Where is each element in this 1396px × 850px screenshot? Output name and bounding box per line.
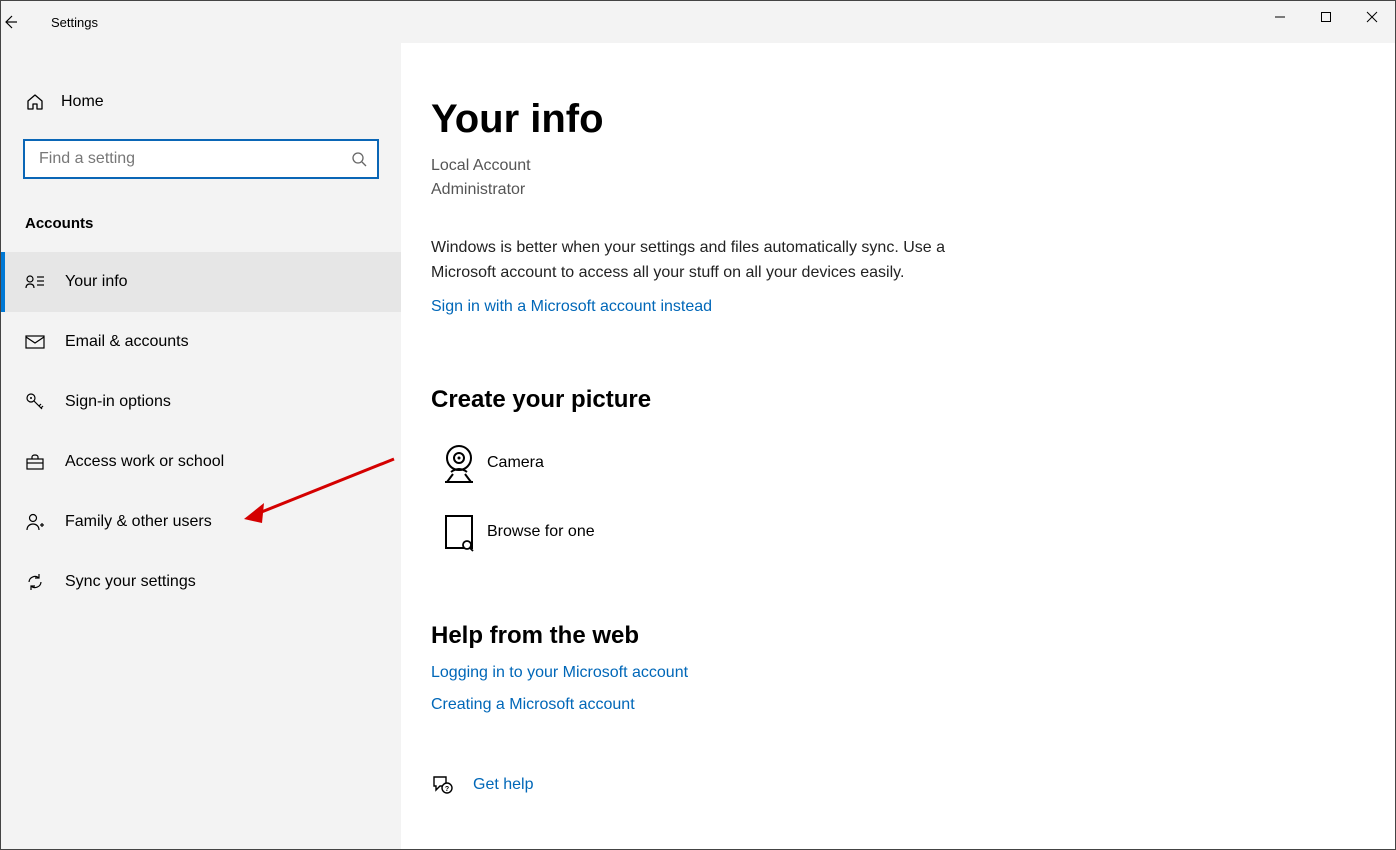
key-icon [25,392,65,412]
sidebar-item-label: Email & accounts [65,333,189,351]
sidebar-item-label: Family & other users [65,513,212,531]
briefcase-icon [25,453,65,471]
sidebar-item-label: Sync your settings [65,573,196,591]
home-button[interactable]: Home [1,79,401,125]
main-content: Your info Local Account Administrator Wi… [401,43,1395,849]
sync-icon [25,572,65,592]
sidebar-item-label: Sign-in options [65,393,171,411]
help-link-create[interactable]: Creating a Microsoft account [431,696,1355,714]
people-add-icon [25,512,65,532]
mail-icon [25,334,65,350]
signin-microsoft-link[interactable]: Sign in with a Microsoft account instead [431,298,712,316]
account-type: Local Account [431,154,1355,178]
account-role: Administrator [431,178,1355,202]
minimize-icon [1274,11,1286,23]
page-title: Your info [431,97,1355,142]
sidebar-item-sync-settings[interactable]: Sync your settings [1,552,401,612]
window-controls [1257,1,1395,33]
help-links: Logging in to your Microsoft account Cre… [431,664,1355,714]
get-help-row[interactable]: ? Get help [431,774,1355,796]
sidebar-item-label: Your info [65,273,128,291]
maximize-button[interactable] [1303,1,1349,33]
help-link-login[interactable]: Logging in to your Microsoft account [431,664,1355,682]
titlebar: Settings [1,1,1395,43]
sync-description: Windows is better when your settings and… [431,236,991,286]
sidebar-item-sign-in-options[interactable]: Sign-in options [1,372,401,432]
home-label: Home [61,93,104,111]
maximize-icon [1320,11,1332,23]
create-picture-heading: Create your picture [431,386,1355,414]
search-icon [351,151,367,167]
browse-file-icon [431,512,487,552]
camera-option[interactable]: Camera [431,442,1355,484]
close-button[interactable] [1349,1,1395,33]
help-chat-icon: ? [431,774,473,796]
sidebar-item-label: Access work or school [65,453,224,471]
sidebar-item-access-work-school[interactable]: Access work or school [1,432,401,492]
back-button[interactable] [1,13,51,31]
arrow-left-icon [1,13,19,31]
sidebar-item-family-other-users[interactable]: Family & other users [1,492,401,552]
window-title: Settings [51,15,98,30]
svg-text:?: ? [445,786,449,793]
camera-label: Camera [487,454,544,472]
person-card-icon [25,273,65,291]
help-heading: Help from the web [431,622,1355,650]
sidebar-item-your-info[interactable]: Your info [1,252,401,312]
home-icon [25,92,61,112]
search-input[interactable] [23,139,379,179]
camera-icon [431,442,487,484]
sidebar: Home Accounts Your info Email & accounts… [1,43,401,849]
get-help-link[interactable]: Get help [473,776,533,794]
minimize-button[interactable] [1257,1,1303,33]
sidebar-item-email-accounts[interactable]: Email & accounts [1,312,401,372]
browse-option[interactable]: Browse for one [431,512,1355,552]
search-field[interactable] [39,150,351,168]
browse-label: Browse for one [487,523,595,541]
close-icon [1366,11,1378,23]
category-heading: Accounts [1,185,401,252]
nav-list: Your info Email & accounts Sign-in optio… [1,252,401,612]
